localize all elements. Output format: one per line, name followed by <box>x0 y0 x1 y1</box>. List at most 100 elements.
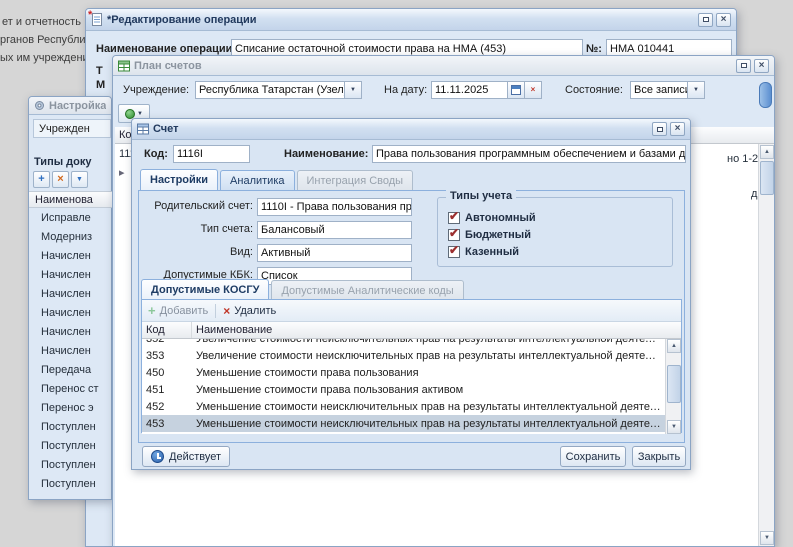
account-tab[interactable]: Интеграция Своды <box>297 170 414 190</box>
scrollbar-thumb[interactable] <box>667 365 681 403</box>
close-window-button[interactable]: Закрыть <box>632 446 686 467</box>
kosgu-row[interactable]: 451 Уменьшение стоимости права пользован… <box>142 381 665 398</box>
checkbox[interactable]: ✔ <box>448 246 460 258</box>
calendar-icon <box>511 85 521 95</box>
kosgu-grid-header[interactable]: Код Наименование <box>142 322 681 339</box>
doc-type-row[interactable]: Исправле <box>29 208 113 227</box>
account-titlebar[interactable]: Счет × <box>132 119 690 140</box>
status-button-label: Действует <box>169 451 221 463</box>
doc-type-row[interactable]: Поступлен <box>29 436 113 455</box>
doc-type-label: Перенос ст <box>41 383 99 395</box>
account-code-field[interactable]: 1116I <box>173 145 250 163</box>
save-button[interactable]: Сохранить <box>560 446 626 467</box>
doc-type-row[interactable]: Модерниз <box>29 227 113 246</box>
doc-type-row[interactable]: Передача <box>29 360 113 379</box>
kosgu-grid-rows: 352 Увеличение стоимости неисключительны… <box>142 339 665 432</box>
account-types-legend: Типы учета <box>446 190 516 202</box>
document-icon: * <box>91 13 103 26</box>
kosgu-code-cell: 451 <box>142 384 192 396</box>
checkbox-label: Автономный <box>465 212 536 224</box>
kosgu-code-cell: 353 <box>142 350 192 362</box>
maximize-button[interactable] <box>698 13 713 27</box>
scroll-up-icon[interactable]: ▲ <box>667 339 681 353</box>
add-kosgu-button[interactable]: + Добавить <box>148 304 208 317</box>
scroll-down-icon[interactable]: ▼ <box>760 531 774 545</box>
clear-icon: × <box>531 86 536 94</box>
doc-type-row[interactable]: Поступлен <box>29 455 113 474</box>
kosgu-row[interactable]: 450 Уменьшение стоимости права пользован… <box>142 364 665 381</box>
kosgu-row[interactable]: 353 Увеличение стоимости неисключительны… <box>142 347 665 364</box>
settings-titlebar[interactable]: Настройка о <box>29 97 111 115</box>
state-label: Состояние: <box>565 81 623 99</box>
delete-kosgu-button[interactable]: × Удалить <box>223 305 276 317</box>
form-row: Тип счета: Балансовый <box>139 221 439 244</box>
account-type-option[interactable]: ✔ Казенный <box>438 243 672 260</box>
status-button[interactable]: Действует <box>142 446 230 467</box>
account-tab[interactable]: Настройки <box>140 169 218 190</box>
doc-type-row[interactable]: Начислен <box>29 284 113 303</box>
gear-icon <box>34 100 45 111</box>
add-button[interactable]: + <box>33 171 50 188</box>
checkbox[interactable]: ✔ <box>448 212 460 224</box>
doc-type-row[interactable]: Начислен <box>29 341 113 360</box>
state-combo[interactable]: Все записи <box>630 81 688 99</box>
institution-combo[interactable]: Республика Татарстан (Узел) <box>195 81 345 99</box>
account-tab[interactable]: Аналитика <box>220 170 294 190</box>
kosgu-grid-scrollbar[interactable]: ▲ ▼ <box>665 339 681 434</box>
kosgu-row[interactable]: 453 Уменьшение стоимости неисключительны… <box>142 415 665 432</box>
state-combo-trigger[interactable]: ▼ <box>688 81 705 99</box>
field-value[interactable]: Балансовый <box>257 221 412 239</box>
kosgu-row[interactable]: 352 Увеличение стоимости неисключительны… <box>142 339 665 347</box>
account-type-option[interactable]: ✔ Автономный <box>438 209 672 226</box>
settings-title: Настройка о <box>49 100 106 112</box>
doc-type-row[interactable]: Поступлен <box>29 417 113 436</box>
kosgu-name-cell: Уменьшение стоимости права пользования а… <box>192 384 665 396</box>
accounts-grid-scrollbar[interactable]: ▲ ▼ <box>758 144 774 546</box>
scrollbar-thumb[interactable] <box>760 161 774 195</box>
check-icon: ✔ <box>449 209 459 223</box>
settings-window: Настройка о Учрежден Типы доку + × ▼ Наи… <box>28 96 112 500</box>
edit-operation-title: *Редактирование операции <box>107 14 257 26</box>
account-name-field[interactable]: Права пользования программным обеспечени… <box>372 145 686 163</box>
close-button[interactable]: × <box>670 122 685 136</box>
calendar-button[interactable] <box>508 81 525 99</box>
doc-type-row[interactable]: Начислен <box>29 265 113 284</box>
chart-of-accounts-titlebar[interactable]: План счетов × <box>113 56 774 76</box>
dropdown-button[interactable]: ▼ <box>71 171 88 188</box>
table-icon <box>118 60 130 72</box>
institution-panel[interactable]: Учрежден <box>33 119 111 138</box>
doc-type-row[interactable]: Перенос ст <box>29 379 113 398</box>
kosgu-name-cell: Уменьшение стоимости неисключительных пр… <box>192 401 665 413</box>
field-value[interactable]: 1110I - Права пользования прог <box>257 198 412 216</box>
scroll-down-icon[interactable]: ▼ <box>667 420 681 434</box>
institution-combo-trigger[interactable]: ▼ <box>345 81 362 99</box>
checkbox[interactable]: ✔ <box>448 229 460 241</box>
doc-type-row[interactable]: Начислен <box>29 322 113 341</box>
kosgu-tab[interactable]: Допустимые КОСГУ <box>141 279 269 300</box>
account-type-option[interactable]: ✔ Бюджетный <box>438 226 672 243</box>
close-button[interactable]: × <box>716 13 731 27</box>
doc-type-row[interactable]: Начислен <box>29 246 113 265</box>
clear-date-button[interactable]: × <box>525 81 542 99</box>
modified-indicator-icon: * <box>88 9 92 21</box>
field-value[interactable]: Активный <box>257 244 412 262</box>
maximize-button[interactable] <box>736 59 751 73</box>
doc-type-row[interactable]: Начислен <box>29 303 113 322</box>
close-button[interactable]: × <box>754 59 769 73</box>
kosgu-tab[interactable]: Допустимые Аналитические коды <box>271 280 463 300</box>
add-icon: + <box>148 304 156 317</box>
doc-type-row[interactable]: Поступлен <box>29 474 113 493</box>
delete-button[interactable]: × <box>52 171 69 188</box>
scroll-up-icon[interactable]: ▲ <box>760 145 774 159</box>
edit-operation-titlebar[interactable]: * *Редактирование операции × <box>86 9 736 31</box>
doc-type-row[interactable]: Перенос э <box>29 398 113 417</box>
doc-type-label: Передача <box>41 364 91 376</box>
maximize-button[interactable] <box>652 122 667 136</box>
scroll-thumb[interactable] <box>759 82 772 108</box>
field-label: Вид: <box>139 246 253 258</box>
kosgu-code-cell: 450 <box>142 367 192 379</box>
doc-types-column-header[interactable]: Наименова <box>29 191 113 208</box>
date-field[interactable]: 11.11.2025 <box>431 81 508 99</box>
expand-arrow-icon[interactable]: ▸ <box>119 166 125 179</box>
kosgu-row[interactable]: 452 Уменьшение стоимости неисключительны… <box>142 398 665 415</box>
